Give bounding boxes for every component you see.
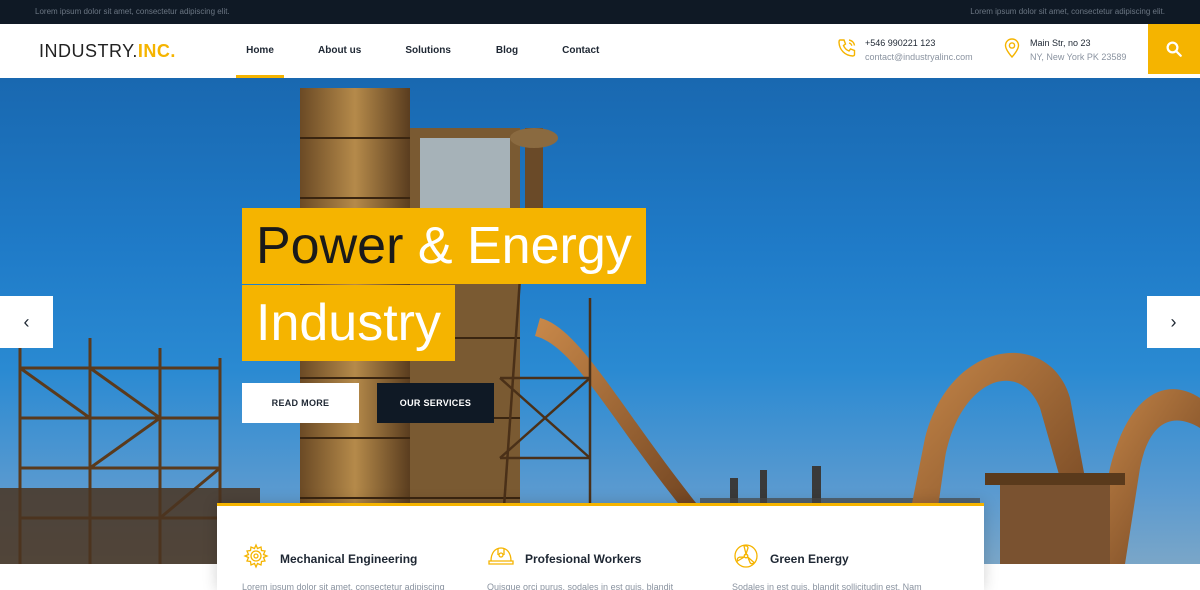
- hero-title-line-2: Industry: [242, 285, 455, 361]
- top-bar-right-text: Lorem ipsum dolor sit amet, consectetur …: [970, 7, 1165, 16]
- slider-next-button[interactable]: ›: [1147, 296, 1200, 348]
- header-address: Main Str, no 23 NY, New York PK 23589: [1000, 36, 1126, 64]
- logo-main-text: INDUSTRY.: [39, 41, 138, 61]
- slider-prev-button[interactable]: ‹: [0, 296, 53, 348]
- nav-home[interactable]: Home: [236, 24, 284, 78]
- address-line-1: Main Str, no 23: [1030, 38, 1091, 48]
- hero-background-image: [0, 88, 1200, 564]
- feature-text: Sodales in est quis, blandit sollicitudi…: [732, 582, 922, 590]
- hero-title-line-1: Power & Energy: [242, 208, 646, 284]
- header-phone-contact: +546 990221 123 contact@industryalinc.co…: [835, 36, 973, 64]
- wind-turbine-icon: [734, 544, 758, 568]
- hard-hat-icon: [488, 547, 514, 565]
- main-nav: Home About us Solutions Blog Contact: [236, 24, 599, 78]
- header-email[interactable]: contact@industryalinc.com: [865, 50, 973, 64]
- feature-title: Mechanical Engineering: [280, 552, 418, 566]
- search-button[interactable]: [1148, 24, 1200, 74]
- feature-text: Quisque orci purus, sodales in est quis,…: [487, 582, 674, 590]
- nav-solutions[interactable]: Solutions: [405, 24, 451, 78]
- location-pin-icon: [1004, 38, 1020, 59]
- nav-about-us[interactable]: About us: [318, 24, 361, 78]
- feature-text: Lorem ipsum dolor sit amet, consectetur …: [242, 582, 445, 590]
- top-bar: Lorem ipsum dolor sit amet, consectetur …: [0, 0, 1200, 24]
- phone-icon: [838, 39, 856, 57]
- features-panel: Mechanical Engineering Lorem ipsum dolor…: [217, 503, 984, 590]
- top-bar-left-text: Lorem ipsum dolor sit amet, consectetur …: [35, 7, 230, 16]
- site-logo[interactable]: INDUSTRY.INC.: [39, 41, 176, 62]
- nav-contact[interactable]: Contact: [562, 24, 599, 78]
- hero-title-light: & Energy: [417, 217, 632, 275]
- header-phone[interactable]: +546 990221 123: [865, 36, 973, 50]
- site-header: INDUSTRY.INC. Home About us Solutions Bl…: [0, 24, 1200, 78]
- address-line-2: NY, New York PK 23589: [1030, 52, 1127, 62]
- feature-title: Profesional Workers: [525, 552, 642, 566]
- logo-accent-text: INC.: [137, 41, 176, 61]
- gear-icon: [243, 543, 269, 569]
- read-more-button[interactable]: READ MORE: [242, 383, 359, 423]
- nav-blog[interactable]: Blog: [496, 24, 518, 78]
- search-icon: [1166, 41, 1182, 57]
- chevron-right-icon: ›: [1170, 311, 1177, 332]
- hero-slider: Power & Energy Industry READ MORE OUR SE…: [0, 78, 1200, 564]
- chevron-left-icon: ‹: [23, 311, 30, 332]
- our-services-button[interactable]: OUR SERVICES: [377, 383, 494, 423]
- feature-title: Green Energy: [770, 552, 849, 566]
- hero-title-dark: Power: [256, 217, 404, 275]
